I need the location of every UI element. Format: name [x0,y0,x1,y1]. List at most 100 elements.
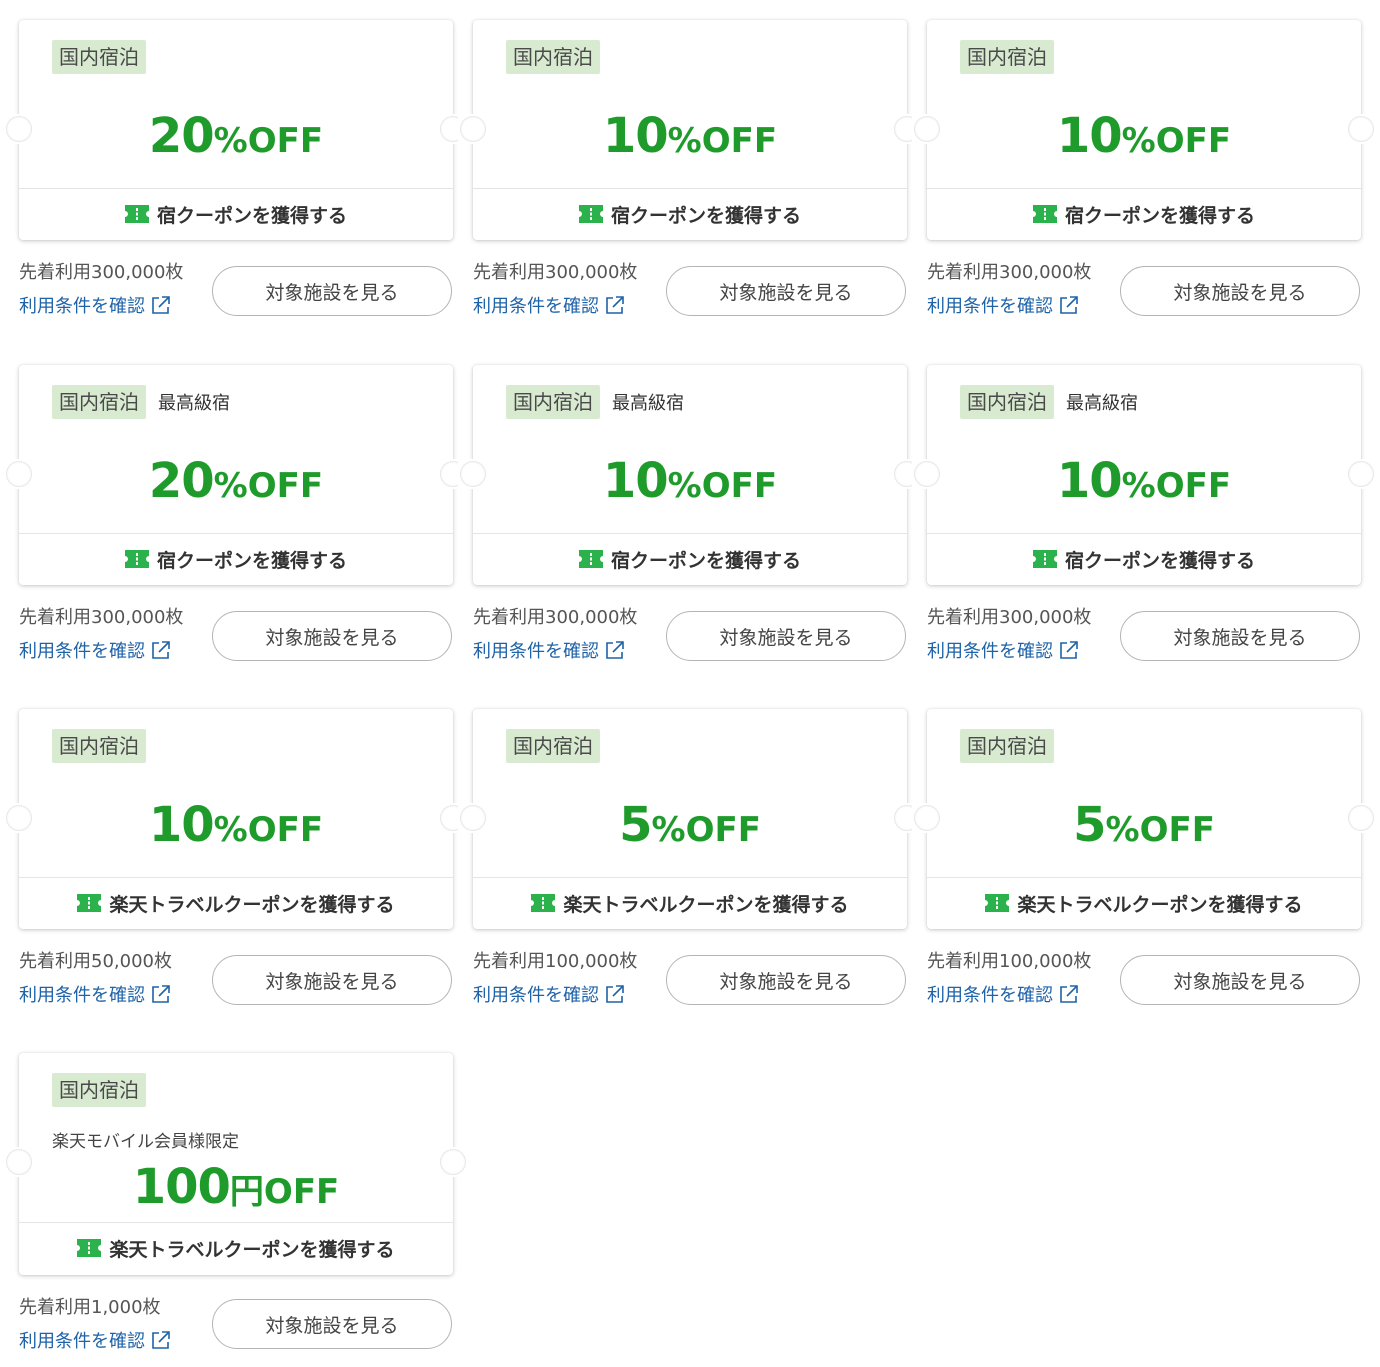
coupon: 国内宿泊 20%OFF 宿クーポンを獲得する 先着利用300,000枚 利用条件… [4,20,468,320]
divider [473,533,907,534]
view-facilities-button[interactable]: 対象施設を見る [666,266,906,316]
view-facilities-button[interactable]: 対象施設を見る [212,611,452,661]
external-link-icon [1060,296,1078,314]
terms-label: 利用条件を確認 [927,296,1053,317]
divider [927,877,1361,878]
coupon-card: 国内宿泊 最高級宿 20%OFF 宿クーポンを獲得する [4,365,468,585]
get-coupon-label: 宿クーポンを獲得する [156,549,347,572]
tag-row: 国内宿泊 [52,40,146,74]
get-coupon-button[interactable]: 宿クーポンを獲得する [927,196,1361,232]
view-facilities-button[interactable]: 対象施設を見る [212,1299,452,1349]
get-coupon-button[interactable]: 宿クーポンを獲得する [19,196,453,232]
terms-link[interactable]: 利用条件を確認 [19,637,171,663]
coupon-card: 国内宿泊 5%OFF 楽天トラベルクーポンを獲得する [912,709,1376,929]
get-coupon-label: 宿クーポンを獲得する [156,204,347,227]
discount-number: 5 [1073,797,1106,853]
ticket-icon [578,205,603,223]
terms-link[interactable]: 利用条件を確認 [19,1327,171,1353]
subcategory-label: 最高級宿 [1066,393,1138,414]
discount-unit: % [1105,810,1140,850]
subcategory-label: 最高級宿 [158,393,230,414]
terms-link[interactable]: 利用条件を確認 [927,637,1079,663]
discount-amount: 20%OFF [19,108,453,175]
terms-link[interactable]: 利用条件を確認 [473,292,625,318]
usage-limit: 先着利用300,000枚 [473,607,638,628]
divider [473,877,907,878]
divider [19,533,453,534]
get-coupon-button[interactable]: 宿クーポンを獲得する [927,541,1361,577]
terms-link[interactable]: 利用条件を確認 [473,637,625,663]
discount-off: OFF [1139,810,1215,850]
divider [927,533,1361,534]
tag-row: 国内宿泊 最高級宿 [506,385,684,419]
get-coupon-button[interactable]: 楽天トラベルクーポンを獲得する [473,885,907,921]
external-link-icon [1060,641,1078,659]
view-facilities-button[interactable]: 対象施設を見る [1120,611,1360,661]
category-tag: 国内宿泊 [52,729,146,763]
view-facilities-button[interactable]: 対象施設を見る [666,955,906,1005]
get-coupon-button[interactable]: 宿クーポンを獲得する [19,541,453,577]
usage-limit: 先着利用1,000枚 [19,1297,161,1318]
get-coupon-label: 宿クーポンを獲得する [1064,204,1255,227]
view-facilities-button[interactable]: 対象施設を見る [666,611,906,661]
divider [927,188,1361,189]
ticket-icon [1032,550,1057,568]
terms-label: 利用条件を確認 [473,296,599,317]
coupon-card: 国内宿泊 10%OFF 宿クーポンを獲得する [912,20,1376,240]
ticket-icon [1032,205,1057,223]
terms-label: 利用条件を確認 [19,296,145,317]
discount-amount: 10%OFF [19,797,453,864]
discount-unit: % [651,810,686,850]
discount-amount: 5%OFF [927,797,1361,864]
category-tag: 国内宿泊 [506,729,600,763]
coupon-card: 国内宿泊 最高級宿 10%OFF 宿クーポンを獲得する [912,365,1376,585]
tag-row: 国内宿泊 最高級宿 [960,385,1138,419]
usage-limit: 先着利用100,000枚 [927,951,1092,972]
get-coupon-button[interactable]: 楽天トラベルクーポンを獲得する [19,1230,453,1266]
view-facilities-button[interactable]: 対象施設を見る [1120,955,1360,1005]
tag-row: 国内宿泊 最高級宿 [52,385,230,419]
discount-off: OFF [247,810,324,850]
discount-amount: 10%OFF [473,108,907,175]
terms-link[interactable]: 利用条件を確認 [927,292,1079,318]
member-limited-note: 楽天モバイル会員様限定 [52,1132,239,1152]
coupon: 国内宿泊 10%OFF 楽天トラベルクーポンを獲得する 先着利用50,000枚 … [4,709,468,1009]
get-coupon-button[interactable]: 楽天トラベルクーポンを獲得する [927,885,1361,921]
discount-number: 20 [148,453,215,509]
category-tag: 国内宿泊 [506,385,600,419]
discount-number: 10 [602,108,669,164]
get-coupon-label: 宿クーポンを獲得する [610,549,801,572]
category-tag: 国内宿泊 [960,729,1054,763]
coupon: 国内宿泊 10%OFF 宿クーポンを獲得する 先着利用300,000枚 利用条件… [458,20,922,320]
discount-off: OFF [1155,121,1232,161]
external-link-icon [606,296,624,314]
usage-limit: 先着利用300,000枚 [19,607,184,628]
get-coupon-button[interactable]: 宿クーポンを獲得する [473,541,907,577]
ticket-icon [531,894,556,912]
coupon-card: 国内宿泊 楽天モバイル会員様限定 100円OFF 楽天トラベルクーポンを獲得する [4,1053,468,1275]
tag-row: 国内宿泊 [506,729,600,763]
terms-link[interactable]: 利用条件を確認 [19,292,171,318]
external-link-icon [152,985,170,1003]
coupon-card: 国内宿泊 最高級宿 10%OFF 宿クーポンを獲得する [458,365,922,585]
get-coupon-button[interactable]: 宿クーポンを獲得する [473,196,907,232]
terms-label: 利用条件を確認 [19,1331,145,1352]
terms-link[interactable]: 利用条件を確認 [19,981,171,1007]
usage-limit: 先着利用300,000枚 [473,262,638,283]
external-link-icon [152,1331,170,1349]
coupon: 国内宿泊 10%OFF 宿クーポンを獲得する 先着利用300,000枚 利用条件… [912,20,1376,320]
view-facilities-button[interactable]: 対象施設を見る [212,266,452,316]
terms-link[interactable]: 利用条件を確認 [473,981,625,1007]
coupon: 国内宿泊 最高級宿 20%OFF 宿クーポンを獲得する 先着利用300,000枚… [4,365,468,665]
divider [19,188,453,189]
discount-amount: 10%OFF [473,453,907,520]
view-facilities-button[interactable]: 対象施設を見る [1120,266,1360,316]
get-coupon-button[interactable]: 楽天トラベルクーポンを獲得する [19,885,453,921]
discount-unit: % [667,466,702,506]
usage-limit: 先着利用300,000枚 [927,262,1092,283]
category-tag: 国内宿泊 [52,1073,146,1107]
terms-link[interactable]: 利用条件を確認 [927,981,1079,1007]
coupon-card: 国内宿泊 5%OFF 楽天トラベルクーポンを獲得する [458,709,922,929]
divider [19,1222,453,1223]
view-facilities-button[interactable]: 対象施設を見る [212,955,452,1005]
